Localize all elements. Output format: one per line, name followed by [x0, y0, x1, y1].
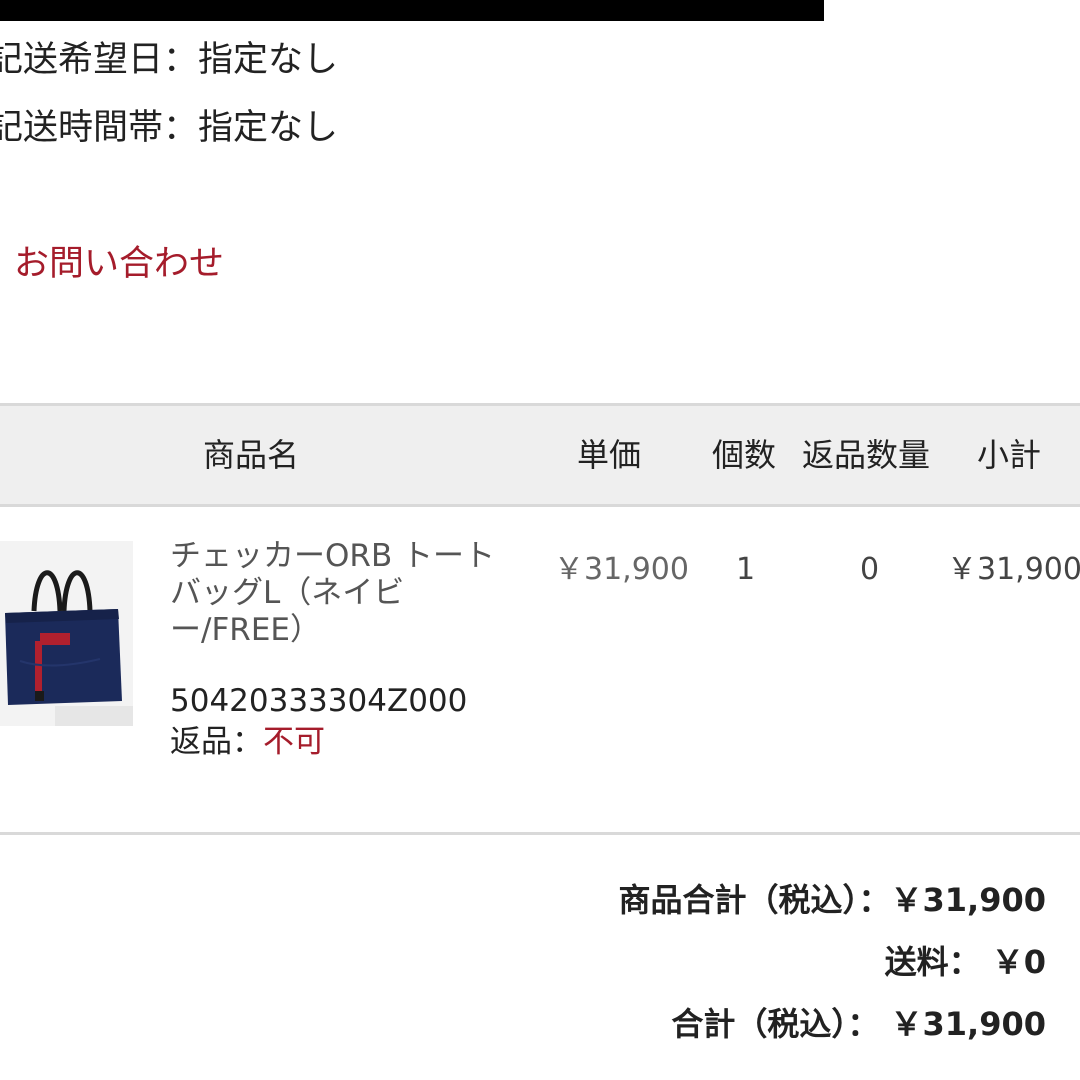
unit-price-value: ￥31,900	[554, 552, 689, 587]
product-name[interactable]: チェッカーORB トートバッグL（ネイビー/FREE）	[170, 538, 500, 649]
redaction-bar	[0, 0, 824, 21]
header-unit-price: 単価	[577, 436, 642, 474]
delivery-date-line: 記送希望日：指定なし	[0, 40, 339, 80]
order-table-header: 商品名 単価 個数 返品数量 小計	[0, 403, 1080, 507]
quantity-value: 1	[736, 552, 756, 587]
grand-total: 合計（税込）： ￥31,900	[671, 1005, 1046, 1043]
return-eligibility: 返品：不可	[170, 722, 325, 762]
product-code: 50420333304Z000	[170, 683, 468, 719]
return-status: 不可	[263, 724, 325, 760]
shipping-fee: 送料： ￥0	[884, 943, 1046, 981]
subtotal-value: ￥31,900	[947, 552, 1080, 587]
delivery-time-line: 記送時間帯：指定なし	[0, 108, 339, 148]
return-label: 返品：	[170, 724, 263, 760]
row-divider	[0, 832, 1080, 835]
return-quantity-value: 0	[860, 552, 880, 587]
header-subtotal: 小計	[977, 436, 1042, 474]
product-thumbnail[interactable]	[0, 541, 133, 726]
header-return-quantity: 返品数量	[802, 436, 931, 474]
contact-link[interactable]: お問い合わせ	[14, 244, 224, 284]
header-product-name: 商品名	[203, 436, 300, 474]
header-quantity: 個数	[712, 436, 777, 474]
navy-tote-bag-icon	[0, 541, 133, 726]
product-total: 商品合計（税込）：￥31,900	[618, 881, 1047, 919]
